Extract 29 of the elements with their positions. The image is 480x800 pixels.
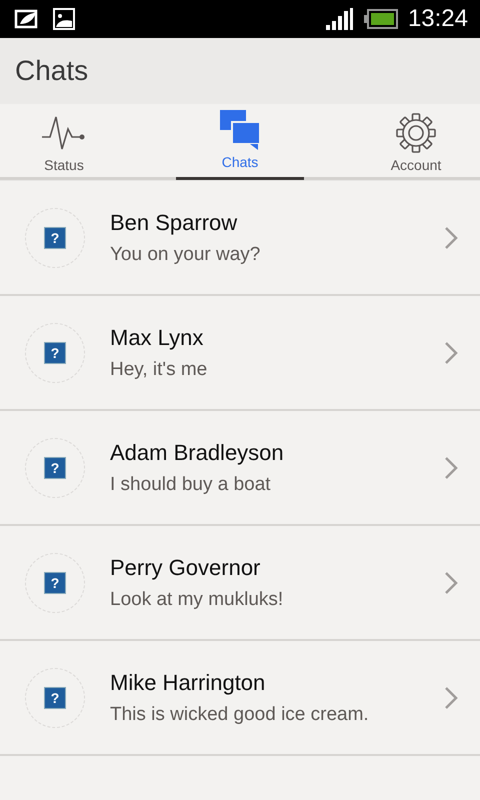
contact-name: Ben Sparrow [110, 210, 238, 236]
chevron-icon [444, 226, 458, 250]
broken-image-icon: ? [44, 686, 66, 708]
message-preview: You on your way? [110, 244, 262, 266]
broken-image-icon: ? [44, 572, 66, 594]
chevron-icon [444, 686, 458, 710]
battery-icon [364, 9, 398, 29]
contact-name: Max Lynx [110, 324, 204, 350]
message-preview: Look at my mukluks! [110, 588, 284, 610]
chevron-icon [444, 340, 458, 364]
tab[interactable]: Account [352, 104, 480, 180]
image-icon [52, 7, 76, 31]
tab[interactable]: Status [0, 104, 128, 180]
chat-bubbles-icon [220, 110, 260, 150]
contact-name: Adam Bradleyson [110, 440, 285, 466]
message-preview: This is wicked good ice cream. [110, 704, 370, 726]
broken-image-icon: ? [44, 342, 66, 364]
gear-icon [396, 113, 436, 153]
contact-name: Mike Harrington [110, 670, 266, 696]
screen-title: Chats [15, 55, 88, 87]
message-preview: I should buy a boat [110, 474, 272, 496]
contact-name: Perry Governor [110, 554, 262, 580]
chevron-icon [444, 456, 458, 480]
broken-image-icon: ? [44, 456, 66, 478]
message-preview: Hey, it's me [110, 358, 208, 380]
clock-time: 13:24 [408, 5, 468, 33]
chevron-icon [444, 570, 458, 594]
signal-icon [326, 8, 354, 30]
broken-image-icon: ? [44, 226, 66, 248]
